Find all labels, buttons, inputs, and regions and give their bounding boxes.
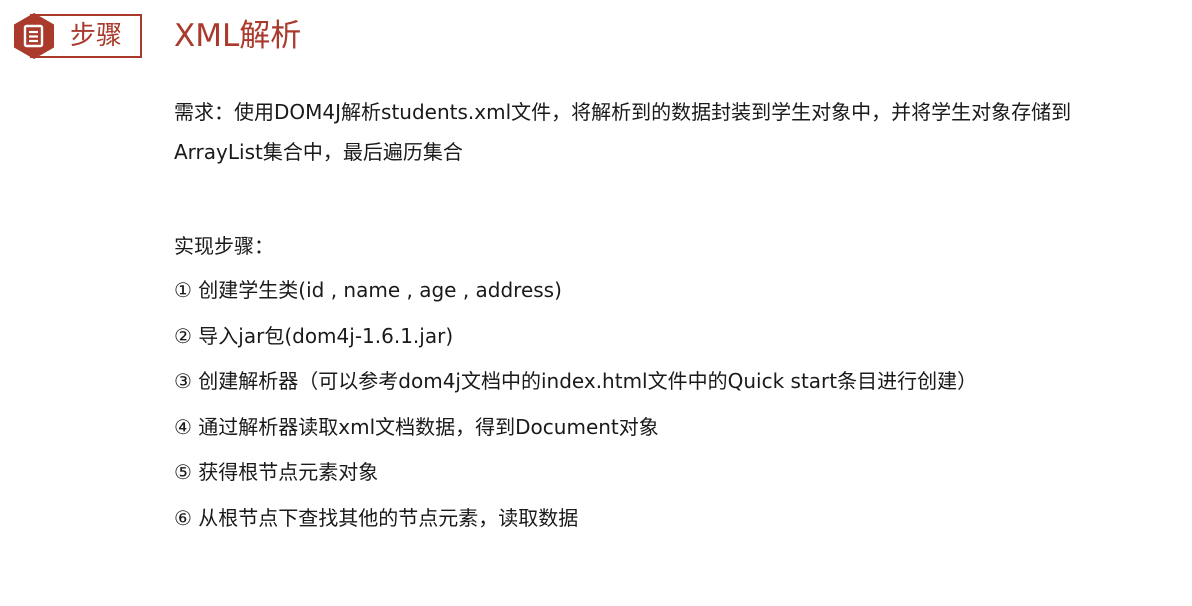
step-item-2: ② 导入jar包(dom4j-1.6.1.jar) — [174, 323, 454, 348]
page-title: XML解析 — [174, 18, 302, 54]
requirement-line-1: 需求：使用DOM4J解析students.xml文件，将解析到的数据封装到学生对… — [174, 100, 1072, 124]
section-badge: 步骤 — [10, 12, 144, 60]
document-icon — [14, 13, 54, 59]
step-item-3: ③ 创建解析器（可以参考dom4j文档中的index.html文件中的Quick… — [174, 369, 978, 393]
requirement-line-2: ArrayList集合中，最后遍历集合 — [174, 140, 463, 164]
step-item-4: ④ 通过解析器读取xml文档数据，得到Document对象 — [174, 414, 659, 439]
step-item-5: ⑤ 获得根节点元素对象 — [174, 460, 379, 484]
steps-list: ① 创建学生类(id , name , age , address) ② 导入j… — [174, 268, 1174, 541]
step-item-6: ⑥ 从根节点下查找其他的节点元素，读取数据 — [174, 505, 579, 530]
requirement-text: 需求：使用DOM4J解析students.xml文件，将解析到的数据封装到学生对… — [174, 92, 1174, 172]
steps-heading: 实现步骤： — [174, 234, 274, 258]
step-item-1: ① 创建学生类(id , name , age , address) — [174, 278, 562, 302]
badge-label: 步骤 — [70, 21, 123, 51]
content-body: 需求：使用DOM4J解析students.xml文件，将解析到的数据封装到学生对… — [174, 92, 1174, 541]
